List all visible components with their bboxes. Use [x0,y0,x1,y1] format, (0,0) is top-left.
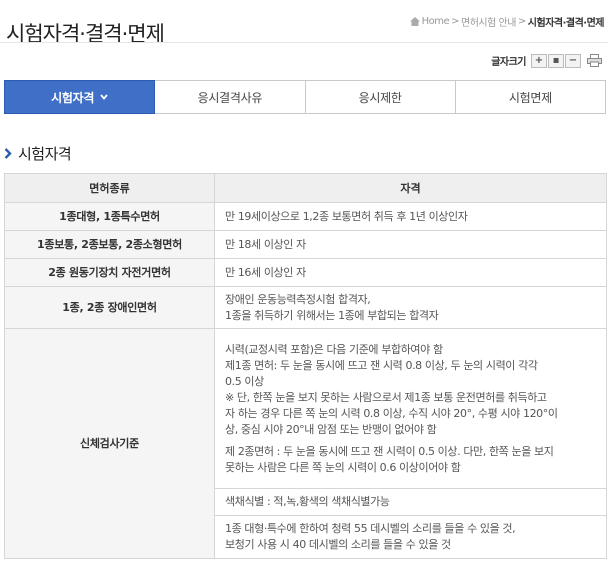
qualification-table: 면허종류 자격 1종대형, 1종특수면허 만 19세이상으로 1,2종 보통면허… [4,173,607,559]
criteria-line: 제 2종면허 : 두 눈을 동시에 뜨고 잰 시력이 0.5 이상. 다만, 한… [225,444,554,458]
breadcrumb-home[interactable]: Home [422,16,450,27]
qualification: 만 18세 이상인 자 [214,230,607,259]
breadcrumb: Home > 면허시험 안내 > 시험자격·결격·면제 [409,14,605,29]
color-criteria: 색채식별 : 적,녹,황색의 색채식별가능 [214,488,607,516]
section-title-text: 시험자격 [18,145,72,163]
tab-bar: 시험자격 응시결격사유 응시제한 시험면제 [4,80,606,114]
font-increase-button[interactable]: + [531,53,547,68]
column-header: 면허종류 [4,173,215,203]
tab-exemption[interactable]: 시험면제 [455,80,606,114]
criteria-line: 1종 대형·특수에 한하여 청력 55 데시벨의 소리를 들을 수 있을 것, [225,522,516,535]
hearing-criteria: 1종 대형·특수에 한하여 청력 55 데시벨의 소리를 들을 수 있을 것, … [214,515,607,559]
column-header: 자격 [214,173,607,203]
breadcrumb-parent[interactable]: 면허시험 안내 [461,14,516,29]
font-decrease-button[interactable]: − [565,53,581,68]
criteria-line: 제1종 면허: 두 눈을 동시에 뜨고 잰 시력 0.8 이상, 두 눈의 시력… [225,358,538,372]
criteria-line: ※ 단, 한쪽 눈을 보지 못하는 사람으로서 제1종 보통 운전면허를 취득하… [225,390,547,404]
breadcrumb-current: 시험자격·결격·면제 [527,18,605,29]
tab-label: 응시제한 [358,90,402,105]
chevron-right-icon [4,148,12,159]
font-size-label: 글자크기 [491,57,526,68]
license-kind: 1종보통, 2종보통, 2종소형면허 [4,230,215,259]
tab-label: 응시결격사유 [197,90,263,105]
tab-label: 시험면제 [508,90,552,105]
table-header-row: 면허종류 자격 [4,173,607,203]
criteria-line: 못하는 사람은 다른 쪽 눈의 시력이 0.6 이상이어야 함 [225,460,461,474]
font-reset-button[interactable]: ▪ [548,53,564,68]
chevron-down-icon [100,94,108,100]
criteria-line: 시력(교정시력 포함)은 다음 기준에 부합하여야 함 [225,342,443,356]
table-row: 1종대형, 1종특수면허 만 19세이상으로 1,2종 보통면허 취득 후 1년… [4,202,607,231]
qualification: 만 16세 이상인 자 [214,258,607,287]
tab-qualification[interactable]: 시험자격 [4,80,156,114]
criteria-line: 보청기 사용 시 40 데시벨의 소리를 들을 수 있을 것 [225,538,451,551]
vision-criteria: 시력(교정시력 포함)은 다음 기준에 부합하여야 함 제1종 면허: 두 눈을… [214,328,607,489]
license-kind: 신체검사기준 [4,328,215,559]
font-size-control: 글자크기 + ▪ − [491,53,602,68]
criteria-line: 자 하는 경우 다른 쪽 눈의 시력 0.8 이상, 수직 시야 20°, 수평… [225,406,558,420]
tab-disqualification[interactable]: 응시결격사유 [155,80,306,114]
breadcrumb-separator: > [451,16,460,27]
criteria-line: 상, 중심 시야 20°내 암점 또는 반맹이 없어야 함 [225,422,437,436]
print-icon [586,54,602,67]
license-kind: 1종, 2종 장애인면허 [4,286,215,329]
tab-label: 시험자격 [51,90,95,105]
qualification: 만 19세이상으로 1,2종 보통면허 취득 후 1년 이상인자 [214,202,607,231]
license-kind: 2종 원동기장치 자전거면허 [4,258,215,287]
home-icon [409,17,420,26]
table-row: 1종보통, 2종보통, 2종소형면허 만 18세 이상인 자 [4,230,607,259]
section-title: 시험자격 [4,143,72,164]
qualification-line: 1종을 취득하기 위해서는 1종에 부합되는 합격자 [225,308,439,322]
qualification: 장애인 운동능력측정시험 합격자, 1종을 취득하기 위해서는 1종에 부합되는… [214,286,607,329]
qualification-line: 장애인 운동능력측정시험 합격자, [225,292,371,306]
page-title: 시험자격·결격·면제 [6,22,165,47]
tab-restriction[interactable]: 응시제한 [305,80,456,114]
table-row: 2종 원동기장치 자전거면허 만 16세 이상인 자 [4,258,607,287]
print-button[interactable] [586,54,602,68]
license-kind: 1종대형, 1종특수면허 [4,202,215,231]
table-row: 1종, 2종 장애인면허 장애인 운동능력측정시험 합격자, 1종을 취득하기 … [4,286,607,329]
breadcrumb-separator: > [517,16,526,27]
criteria-line: 0.5 이상 [225,374,264,388]
title-divider [0,42,608,43]
table-row: 신체검사기준 시력(교정시력 포함)은 다음 기준에 부합하여야 함 제1종 면… [4,328,607,559]
